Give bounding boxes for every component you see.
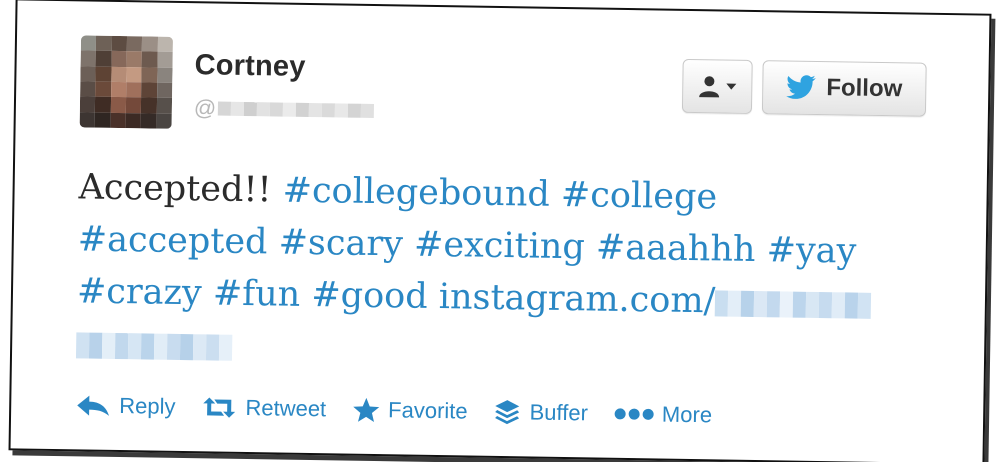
- handle-redacted: [218, 101, 375, 119]
- tweet-card: Cortney @ Follow Accepted!! #collegeboun…: [8, 0, 992, 462]
- hashtag[interactable]: #good: [311, 275, 428, 317]
- tweet-text-plain: Accepted!!: [78, 167, 272, 211]
- author-handle[interactable]: @: [194, 95, 375, 124]
- url-redacted: [715, 289, 872, 319]
- retweet-icon: [203, 397, 236, 418]
- star-icon: [353, 397, 380, 423]
- author-name[interactable]: Cortney: [194, 49, 305, 84]
- reply-label: Reply: [119, 393, 176, 419]
- retweet-label: Retweet: [245, 395, 327, 422]
- retweet-action[interactable]: Retweet: [201, 394, 326, 422]
- hashtag[interactable]: #crazy: [77, 271, 202, 313]
- hashtag[interactable]: #accepted: [78, 219, 268, 262]
- chevron-down-icon: [726, 83, 737, 90]
- more-action[interactable]: More: [614, 401, 713, 429]
- tweet-actions: Reply Retweet Favorite Buffer More: [75, 391, 712, 429]
- person-icon: [699, 76, 720, 98]
- avatar[interactable]: [79, 35, 174, 129]
- hashtag[interactable]: #aaahhh: [596, 228, 756, 271]
- hashtag[interactable]: #collegebound: [282, 171, 550, 215]
- link-text: instagram.com/: [438, 277, 716, 322]
- favorite-label: Favorite: [387, 397, 468, 424]
- reply-icon: [77, 395, 110, 416]
- follow-label: Follow: [826, 74, 903, 103]
- user-actions-button[interactable]: [681, 58, 753, 114]
- buffer-label: Buffer: [529, 399, 589, 426]
- reply-action[interactable]: Reply: [75, 392, 176, 420]
- buffer-icon: [495, 400, 520, 425]
- hashtag[interactable]: #yay: [766, 230, 856, 271]
- hashtag[interactable]: #scary: [278, 223, 403, 265]
- twitter-bird-icon: [786, 75, 816, 99]
- buffer-action[interactable]: Buffer: [493, 398, 588, 427]
- handle-at-sign: @: [193, 95, 217, 121]
- more-icon: [614, 408, 654, 420]
- favorite-action[interactable]: Favorite: [352, 397, 468, 425]
- hashtag[interactable]: #college: [561, 175, 718, 217]
- url-redacted: [75, 331, 233, 361]
- hashtag[interactable]: #fun: [213, 274, 301, 315]
- hashtag[interactable]: #exciting: [414, 225, 585, 268]
- more-label: More: [661, 401, 713, 428]
- screenshot-stage: Cortney @ Follow Accepted!! #collegeboun…: [0, 0, 1000, 462]
- tweet-text: Accepted!! #collegebound #college #accep…: [75, 161, 899, 382]
- follow-button[interactable]: Follow: [761, 60, 927, 117]
